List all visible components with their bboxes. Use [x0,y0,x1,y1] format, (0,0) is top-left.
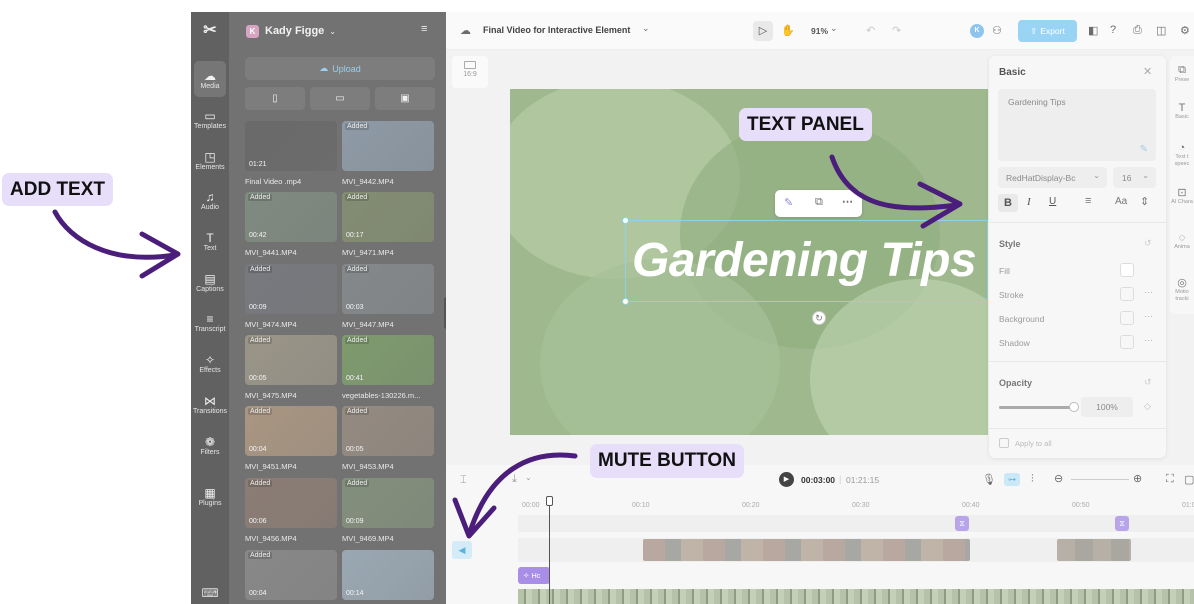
annotation-arrows [52,154,963,539]
text-panel-arrow [829,154,961,211]
add-text-arrow [52,209,178,260]
